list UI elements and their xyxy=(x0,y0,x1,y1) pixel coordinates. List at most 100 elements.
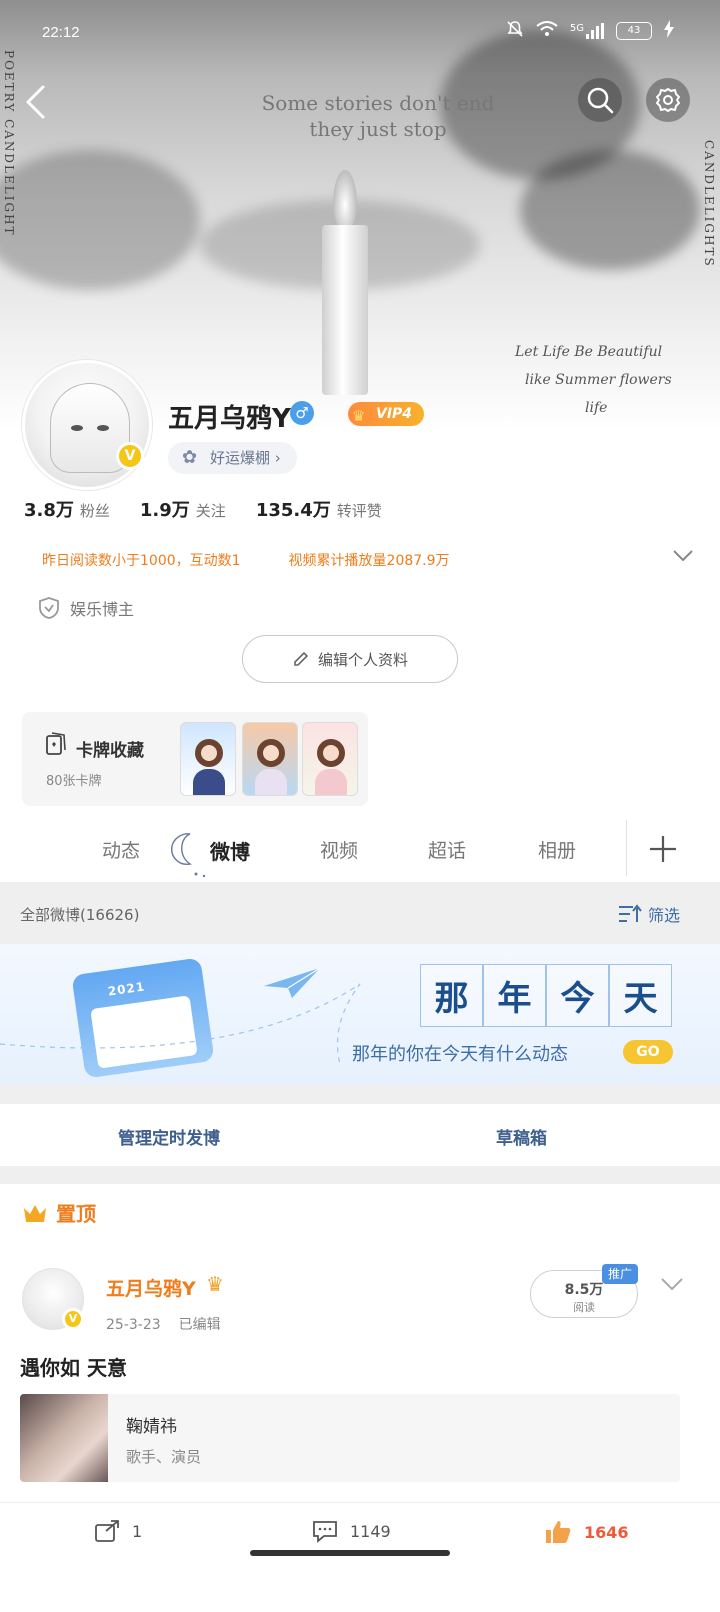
stat-followers[interactable]: 3.8万 粉丝 xyxy=(24,496,110,522)
video-views-notice: 视频累计播放量2087.9万 xyxy=(288,553,450,569)
script-line1: Let Life Be Beautiful xyxy=(515,344,663,360)
network-type: 5G xyxy=(569,23,584,34)
promote-tag[interactable]: 推广 xyxy=(602,1264,638,1284)
gear-icon xyxy=(656,88,680,112)
chibi-dress xyxy=(193,769,225,795)
card-thumbnail[interactable] xyxy=(242,722,298,796)
card-thumbnail[interactable] xyxy=(180,722,236,796)
like-count: 1646 xyxy=(584,1522,629,1542)
drafts-button[interactable]: 草稿箱 xyxy=(496,1124,547,1149)
profile-tabs: 动态 微博 视频 超话 相册 xyxy=(0,818,720,882)
profile-notices: 昨日阅读数小于1000，互动数1 视频累计播放量2087.9万 xyxy=(42,550,682,570)
stat-number: 135.4万 xyxy=(255,500,331,521)
on-this-day-banner[interactable]: 2021 那 年 今 天 那年的你在今天有什么动态 GO xyxy=(0,944,720,1084)
post-meta: 25-3-23 已编辑 xyxy=(106,1314,221,1334)
status-bar: 22:12 5G 43 xyxy=(0,0,720,64)
tab-album[interactable]: 相册 xyxy=(538,836,576,863)
card-thumbnail[interactable] xyxy=(302,722,358,796)
post-text: 遇你如 天意 xyxy=(20,1356,127,1380)
post-author-name[interactable]: 五月乌鸦Y xyxy=(106,1274,196,1301)
card-collection-count: 80张卡牌 xyxy=(46,774,102,789)
stat-interactions[interactable]: 135.4万 转评赞 xyxy=(256,496,382,522)
person-name: 鞠婧祎 xyxy=(126,1417,177,1437)
crown-icon xyxy=(24,1204,46,1222)
tab-weibo[interactable]: 微博 xyxy=(210,836,250,865)
chibi-face xyxy=(195,739,223,767)
candle xyxy=(322,225,368,395)
linked-person-card[interactable]: 鞠婧祎 歌手、演员 xyxy=(20,1394,680,1482)
mute-icon xyxy=(506,20,524,42)
cover-quote: Some stories don't end they just stop xyxy=(258,90,498,142)
person-photo xyxy=(20,1394,108,1482)
lucky-tag-label: 好运爆棚 xyxy=(210,449,271,467)
moon-decoration-icon xyxy=(171,833,206,878)
verified-badge-icon: V xyxy=(116,442,144,470)
title-char: 那 xyxy=(420,964,483,1027)
thumbs-up-icon xyxy=(546,1521,571,1543)
section-gap xyxy=(0,1166,720,1184)
lucky-tag[interactable]: ✿ 好运爆棚 › xyxy=(168,442,297,474)
read-count-notice: 昨日阅读数小于1000，互动数1 xyxy=(42,553,241,569)
chevron-down-icon xyxy=(673,550,693,562)
all-posts-count: 全部微博(16626) xyxy=(20,906,140,924)
comment-count: 1149 xyxy=(350,1521,391,1541)
edited-label: 已编辑 xyxy=(178,1317,221,1333)
stat-label: 转评赞 xyxy=(336,502,382,520)
on-this-day-caption: 那年的你在今天有什么动态 xyxy=(352,1044,568,1065)
add-tab-button[interactable] xyxy=(646,832,680,866)
vip-badge[interactable]: ♛ VIP4 xyxy=(348,402,425,426)
home-indicator[interactable] xyxy=(250,1550,450,1556)
chevron-right-icon: › xyxy=(274,449,281,467)
chibi-face xyxy=(257,739,285,767)
comment-button[interactable]: 1149 xyxy=(312,1519,391,1543)
edit-profile-button[interactable]: 编辑个人资料 xyxy=(242,635,458,683)
title-char: 天 xyxy=(609,964,672,1027)
section-gap xyxy=(0,1084,720,1104)
wifi-icon xyxy=(536,21,558,41)
crown-icon: ♛ xyxy=(352,407,366,425)
chibi-face xyxy=(317,739,345,767)
profile-avatar[interactable] xyxy=(22,360,152,490)
stat-following[interactable]: 1.9万 关注 xyxy=(140,496,226,522)
candle-flame xyxy=(333,170,357,228)
male-gender-icon: ♂ xyxy=(290,401,314,425)
search-button[interactable] xyxy=(578,78,622,122)
title-char: 年 xyxy=(483,964,546,1027)
repost-button[interactable]: 1 xyxy=(94,1519,142,1543)
plus-icon xyxy=(650,836,676,862)
cover-side-text-left: POETRY CANDLELIGHT xyxy=(2,50,16,237)
back-arrow-icon xyxy=(26,85,45,119)
pinned-label: 置顶 xyxy=(22,1198,96,1227)
settings-button[interactable] xyxy=(646,78,690,122)
vip-crown-icon: ♛ xyxy=(206,1272,224,1296)
search-icon xyxy=(587,87,614,114)
avatar-eye xyxy=(97,425,109,431)
card-collection[interactable]: 卡牌收藏 80张卡牌 xyxy=(22,712,368,806)
expand-notices-button[interactable] xyxy=(672,548,694,567)
tab-video[interactable]: 视频 xyxy=(320,836,358,863)
chevron-down-icon xyxy=(661,1278,683,1291)
manage-scheduled-posts-button[interactable]: 管理定时发博 xyxy=(118,1124,220,1149)
filter-button[interactable]: 筛选 xyxy=(618,902,680,926)
go-button[interactable]: GO xyxy=(623,1040,673,1064)
signal-icon: 5G xyxy=(570,23,604,39)
verified-badge-icon: V xyxy=(62,1308,84,1330)
cover-quote-line1: Some stories don't end xyxy=(261,91,495,115)
tab-super-topic[interactable]: 超话 xyxy=(428,836,466,863)
chibi-dress xyxy=(255,769,287,795)
title-char: 今 xyxy=(546,964,609,1027)
card-icon xyxy=(46,732,66,755)
stat-label: 粉丝 xyxy=(79,502,110,520)
back-button[interactable] xyxy=(14,80,58,124)
edit-profile-label: 编辑个人资料 xyxy=(317,650,408,669)
pencil-icon xyxy=(294,651,309,666)
stat-number: 3.8万 xyxy=(24,500,74,521)
vip-label: VIP4 xyxy=(376,406,413,422)
stat-number: 1.9万 xyxy=(139,500,190,521)
comment-icon xyxy=(313,1521,337,1543)
tab-feed[interactable]: 动态 xyxy=(102,836,140,863)
post-menu-button[interactable] xyxy=(660,1276,684,1296)
like-button[interactable]: 1646 xyxy=(544,1519,629,1545)
role-row: 娱乐博主 xyxy=(38,596,134,620)
status-icons: 5G 43 xyxy=(506,20,674,42)
